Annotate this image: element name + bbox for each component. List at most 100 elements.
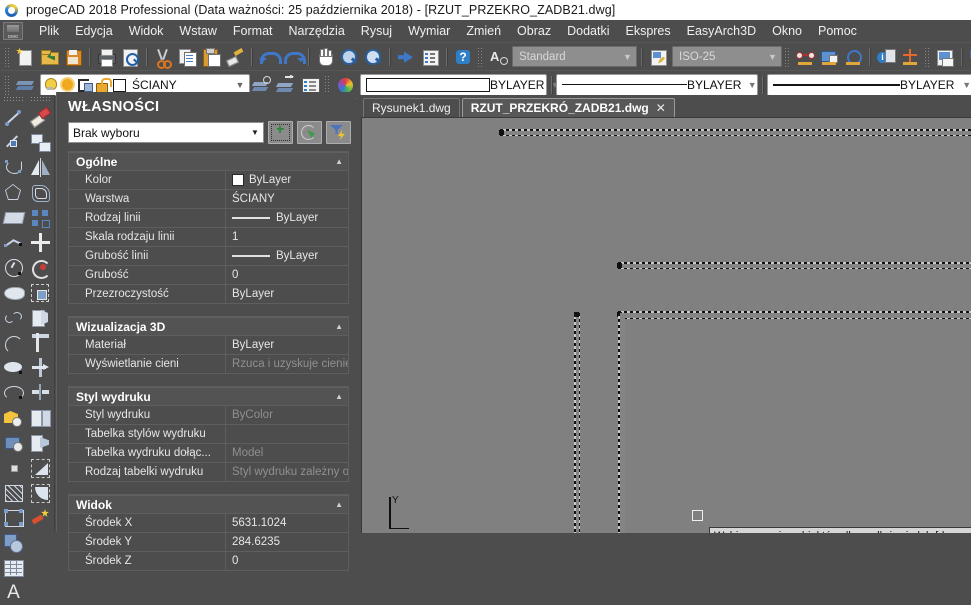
open-folder-icon[interactable]	[38, 46, 60, 68]
menu-format[interactable]: Format	[225, 22, 281, 40]
chevron-down-icon[interactable]: ▼	[960, 80, 971, 90]
grip-point[interactable]	[574, 312, 579, 317]
toolbar-grip[interactable]	[30, 96, 51, 103]
freeze-viewport-icon[interactable]	[76, 76, 93, 93]
toolbar-grip[interactable]	[924, 46, 931, 67]
menu-widok[interactable]: Widok	[121, 22, 172, 40]
undo-arrow-icon[interactable]	[257, 46, 282, 68]
table-icon[interactable]	[1, 555, 26, 580]
arc-icon[interactable]	[1, 330, 26, 355]
menu-dodatki[interactable]: Dodatki	[559, 22, 617, 40]
close-icon[interactable]: ✕	[656, 101, 666, 115]
toolbar-grip[interactable]	[3, 96, 24, 103]
chevron-up-icon[interactable]: ▲	[335, 392, 343, 401]
pick-add-icon[interactable]	[297, 121, 322, 144]
menu-edycja[interactable]: Edycja	[67, 22, 121, 40]
toolbar-grip[interactable]	[784, 46, 791, 67]
scale-icon[interactable]	[28, 280, 53, 305]
lineweight-combo[interactable]: BYLAYER ▼	[767, 73, 971, 96]
line-icon[interactable]	[1, 105, 26, 130]
rectangle-icon[interactable]	[1, 205, 26, 230]
ellipse-icon[interactable]	[1, 355, 26, 380]
toolbar-grip[interactable]	[4, 46, 11, 67]
group-header[interactable]: Ogólne ▲	[69, 152, 348, 171]
property-value[interactable]: 284.6235	[226, 533, 348, 551]
match-properties-brush-icon[interactable]	[224, 46, 246, 68]
hatch-icon[interactable]	[1, 480, 26, 505]
menu-zmien[interactable]: Zmień	[458, 22, 509, 40]
property-row-srodek-z[interactable]: Środek Z 0	[69, 552, 348, 571]
chevron-up-icon[interactable]: ▲	[335, 500, 343, 509]
property-row-tabelka-wydruku-dolaczona[interactable]: Tabelka wydruku dołąc... Model	[69, 444, 348, 463]
property-row-rodzaj-tabelki-wydruku[interactable]: Rodzaj tabelki wydruku Styl wydruku zale…	[69, 463, 348, 482]
property-value[interactable]: 5631.1024	[226, 514, 348, 532]
attribute-info-icon[interactable]: i	[875, 46, 897, 68]
linetype-combo[interactable]: BYLAYER ▼	[556, 73, 758, 96]
render-tools-icon[interactable]	[967, 46, 971, 68]
property-row-rodzaj-linii[interactable]: Rodzaj linii ByLayer	[69, 209, 348, 228]
menu-wstaw[interactable]: Wstaw	[171, 22, 225, 40]
property-row-kolor[interactable]: Kolor ByLayer	[69, 171, 348, 190]
make-block-icon[interactable]	[818, 46, 840, 68]
erase-eraser-icon[interactable]	[28, 105, 53, 130]
chamfer-icon[interactable]	[28, 455, 53, 480]
fillet-icon[interactable]	[28, 480, 53, 505]
boundary-icon[interactable]	[1, 505, 26, 530]
point-node-icon[interactable]	[899, 46, 921, 68]
property-value-cell[interactable]: ByLayer	[226, 171, 348, 189]
array-icon[interactable]	[28, 205, 53, 230]
wall-segment[interactable]	[618, 311, 971, 319]
grip-point[interactable]	[617, 263, 622, 268]
save-icon[interactable]	[62, 46, 84, 68]
property-value[interactable]: 0	[226, 266, 348, 284]
property-row-tabelka-stylow-wydruku[interactable]: Tabelka stylów wydruku	[69, 425, 348, 444]
filter-funnel-icon[interactable]	[326, 121, 351, 144]
drawing-canvas[interactable]: Y Wybierz granice obiektów dla wydłużeni…	[361, 117, 971, 533]
region-icon[interactable]	[1, 530, 26, 555]
layer-previous-icon[interactable]	[14, 74, 36, 96]
chevron-up-icon[interactable]: ▲	[335, 322, 343, 331]
point-icon[interactable]	[1, 455, 26, 480]
copy-object-icon[interactable]	[28, 130, 53, 155]
chevron-up-icon[interactable]: ▲	[335, 157, 343, 166]
menu-pomoc[interactable]: Pomoc	[810, 22, 865, 40]
spline-curve-icon[interactable]	[1, 155, 26, 180]
menu-obraz[interactable]: Obraz	[509, 22, 559, 40]
wall-segment[interactable]	[500, 129, 971, 136]
pan-hand-icon[interactable]	[314, 46, 336, 68]
menu-rysuj[interactable]: Rysuj	[353, 22, 400, 40]
document-tab-rzut-przekro-zadb21[interactable]: RZUT_PRZEKRÓ_ZADB21.dwg ✕	[461, 98, 675, 117]
property-value[interactable]: ByLayer	[226, 285, 348, 303]
move-cross-icon[interactable]	[28, 230, 53, 255]
join-icon[interactable]	[28, 430, 53, 455]
rotate-icon[interactable]	[28, 255, 53, 280]
toolbar-grip[interactable]	[477, 46, 484, 67]
text-icon[interactable]: A	[1, 580, 26, 605]
dwg-document-icon[interactable]	[3, 22, 23, 40]
cut-scissors-icon[interactable]	[152, 46, 174, 69]
property-value-cell[interactable]: ByLayer	[226, 209, 348, 227]
selection-combo[interactable]: Brak wyboru ▼	[68, 122, 264, 143]
polyline-icon[interactable]	[1, 230, 26, 255]
print-icon[interactable]	[95, 46, 117, 68]
break-icon[interactable]	[28, 405, 53, 430]
new-file-icon[interactable]	[14, 46, 36, 68]
group-header[interactable]: Wizualizacja 3D ▲	[69, 317, 348, 336]
properties-list-icon[interactable]	[419, 46, 441, 68]
menu-easyarch3d[interactable]: EasyArch3D	[679, 22, 764, 40]
polygon-icon[interactable]	[1, 180, 26, 205]
chevron-down-icon[interactable]: ▼	[232, 80, 248, 90]
extend-icon[interactable]	[28, 355, 53, 380]
menu-wymiar[interactable]: Wymiar	[400, 22, 458, 40]
unlock-padlock-icon[interactable]	[93, 76, 112, 93]
insert-block-icon[interactable]	[794, 46, 816, 68]
property-row-skala-rodzaju-linii[interactable]: Skala rodzaju linii 1	[69, 228, 348, 247]
offset-icon[interactable]	[28, 180, 53, 205]
grip-point[interactable]	[499, 130, 504, 135]
menu-okno[interactable]: Okno	[764, 22, 810, 40]
property-row-przezroczystosc[interactable]: Przezroczystość ByLayer	[69, 285, 348, 304]
layout-manager-icon[interactable]	[934, 46, 956, 68]
redo-arrow-icon[interactable]	[281, 46, 306, 68]
menu-ekspres[interactable]: Ekspres	[617, 22, 678, 40]
property-row-grubosc-linii[interactable]: Grubość linii ByLayer	[69, 247, 348, 266]
